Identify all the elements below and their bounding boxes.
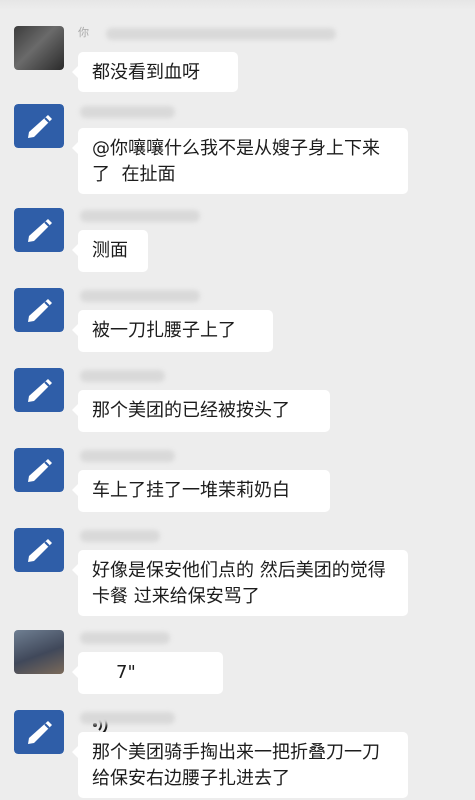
message-bubble[interactable]: 都没看到血呀 <box>72 52 238 92</box>
blurred-name <box>80 530 160 542</box>
blurred-name <box>106 28 336 40</box>
avatar[interactable] <box>14 630 64 674</box>
voice-wave-icon <box>92 662 110 734</box>
avatar[interactable] <box>14 368 64 412</box>
message-bubble[interactable]: 好像是保安他们点的 然后美团的觉得卡餐 过来给保安骂了 <box>72 550 408 616</box>
pen-icon <box>14 528 64 572</box>
message-bubble[interactable]: 那个美团的已经被按头了 <box>72 390 330 432</box>
blurred-name <box>80 632 170 644</box>
voice-message-bubble[interactable]: 7" <box>72 652 223 734</box>
blurred-name <box>80 106 175 118</box>
pen-icon <box>14 208 64 252</box>
top-edge <box>0 0 475 10</box>
avatar[interactable] <box>14 26 64 70</box>
blurred-name <box>80 210 200 222</box>
pen-icon <box>14 368 64 412</box>
message-bubble[interactable]: 那个美团骑手掏出来一把折叠刀一刀给保安右边腰子扎进去了 <box>72 732 408 798</box>
sender-name: 你 <box>78 26 89 39</box>
voice-duration: 7" <box>116 662 136 683</box>
pen-icon <box>14 448 64 492</box>
avatar[interactable] <box>14 288 64 332</box>
pen-icon <box>14 288 64 332</box>
chat-window: 你 都没看到血呀 @你嚷嚷什么我不是从嫂子身上下来了 在扯面 测面 被一刀扎腰子… <box>0 0 475 800</box>
blurred-name <box>80 370 165 382</box>
message-bubble[interactable]: 被一刀扎腰子上了 <box>72 310 273 352</box>
avatar[interactable] <box>14 528 64 572</box>
message-bubble[interactable]: @你嚷嚷什么我不是从嫂子身上下来了 在扯面 <box>72 128 408 194</box>
avatar[interactable] <box>14 104 64 148</box>
blurred-name <box>80 712 175 724</box>
blurred-name <box>80 450 175 462</box>
message-bubble[interactable]: 车上了挂了一堆茉莉奶白 <box>72 470 330 512</box>
pen-icon <box>14 104 64 148</box>
blurred-name <box>80 290 200 302</box>
pen-icon <box>14 710 64 754</box>
avatar[interactable] <box>14 208 64 252</box>
message-bubble[interactable]: 测面 <box>72 230 148 272</box>
avatar[interactable] <box>14 710 64 754</box>
avatar[interactable] <box>14 448 64 492</box>
